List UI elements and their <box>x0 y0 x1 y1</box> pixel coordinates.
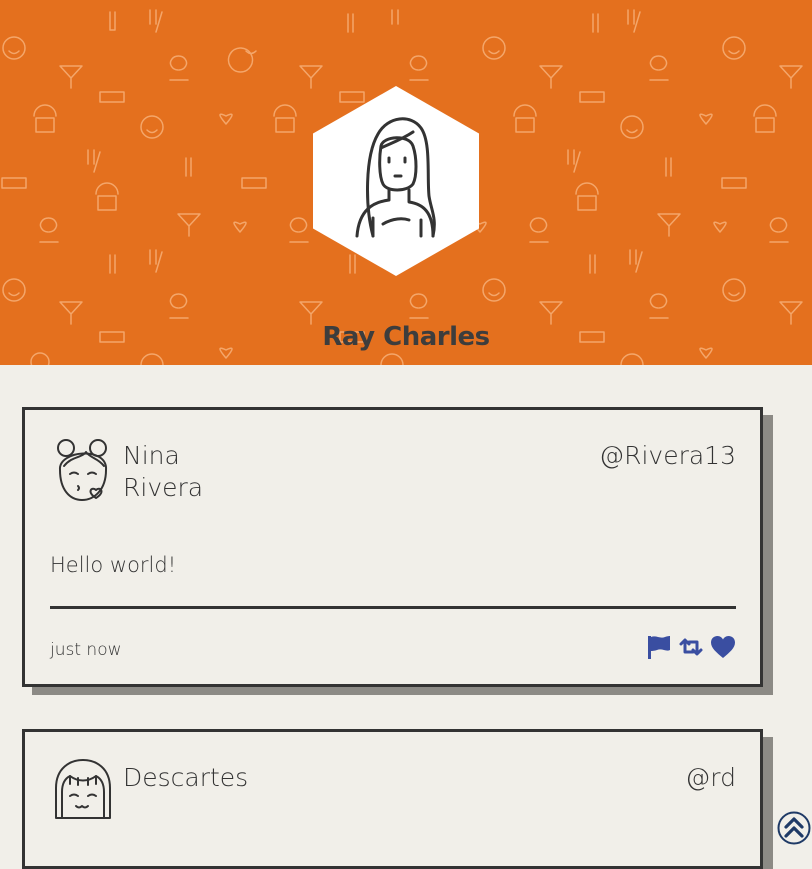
flag-icon[interactable] <box>646 634 672 660</box>
post-actions <box>646 634 736 660</box>
profile-avatar[interactable] <box>313 86 479 276</box>
author-last-name: Rivera <box>123 473 204 502</box>
author-avatar[interactable] <box>52 436 114 504</box>
post-card: Nina Rivera @Rivera13 Hello world! just … <box>22 407 763 687</box>
post-text: Hello world! <box>50 553 177 577</box>
heart-icon[interactable] <box>710 634 736 660</box>
retweet-icon[interactable] <box>678 634 704 660</box>
author-name[interactable]: Descartes <box>123 762 323 794</box>
post-card: Descartes @rd <box>22 729 763 869</box>
author-handle[interactable]: @Rivera13 <box>599 440 736 472</box>
double-chevron-up-icon[interactable] <box>777 811 811 845</box>
profile-name: Ray Charles <box>322 322 490 352</box>
author-avatar[interactable] <box>52 758 114 826</box>
author-first-name: Descartes <box>123 763 249 792</box>
author-first-name: Nina <box>123 441 180 470</box>
author-name[interactable]: Nina Rivera <box>123 440 323 504</box>
divider <box>50 606 736 609</box>
profile-banner: Ray Charles <box>0 0 812 365</box>
author-handle[interactable]: @rd <box>685 762 736 794</box>
post-timestamp: just now <box>50 640 122 660</box>
